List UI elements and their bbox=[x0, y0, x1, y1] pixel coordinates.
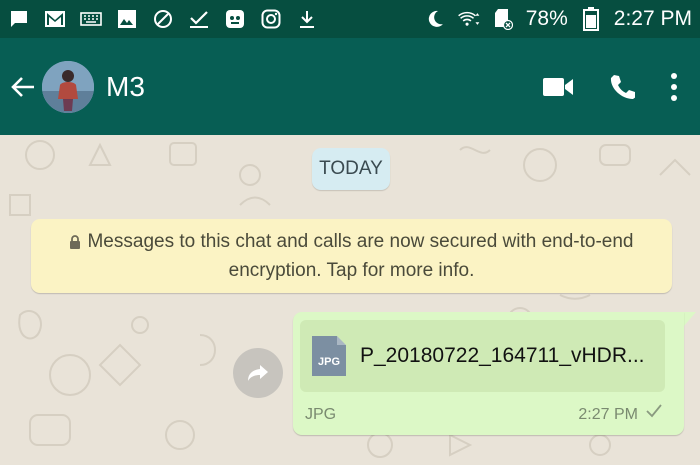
contact-name[interactable]: M3 bbox=[106, 71, 145, 103]
download-icon bbox=[296, 8, 318, 30]
file-attachment[interactable]: JPG P_20180722_164711_vHDR... bbox=[300, 320, 665, 392]
chat-icon bbox=[8, 8, 30, 30]
gmail-icon bbox=[44, 8, 66, 30]
battery-percent: 78% bbox=[525, 7, 568, 30]
forward-icon bbox=[248, 365, 268, 381]
encryption-notice-text: Messages to this chat and calls are now … bbox=[87, 231, 634, 281]
instagram-icon bbox=[260, 8, 282, 30]
wifi-icon bbox=[457, 8, 480, 30]
contact-avatar[interactable] bbox=[42, 60, 94, 113]
sent-check-icon bbox=[646, 404, 662, 423]
moon-icon bbox=[424, 8, 446, 30]
file-name: P_20180722_164711_vHDR... bbox=[360, 344, 645, 367]
file-icon-label: JPG bbox=[317, 356, 340, 368]
forward-button[interactable] bbox=[233, 348, 283, 398]
message-bubble[interactable]: JPG P_20180722_164711_vHDR... JPG 2:27 P… bbox=[293, 312, 684, 435]
date-chip: TODAY bbox=[312, 148, 390, 190]
keyboard-icon bbox=[80, 8, 102, 30]
video-call-icon[interactable] bbox=[534, 63, 582, 111]
check-icon bbox=[188, 8, 210, 30]
more-options-icon[interactable] bbox=[662, 63, 686, 111]
blocked-icon bbox=[152, 8, 174, 30]
chat-header: M3 bbox=[0, 38, 700, 135]
back-arrow-icon[interactable] bbox=[6, 67, 40, 107]
image-icon bbox=[116, 8, 138, 30]
bubble-tail bbox=[684, 312, 696, 326]
status-time: 2:27 PM bbox=[613, 7, 692, 30]
message-time: 2:27 PM bbox=[578, 406, 638, 423]
status-bar: 78% 2:27 PM bbox=[0, 0, 700, 38]
sd-card-icon bbox=[492, 8, 514, 30]
voice-call-icon[interactable] bbox=[598, 63, 646, 111]
battery-icon bbox=[580, 7, 602, 31]
jpg-file-icon: JPG bbox=[312, 336, 346, 376]
lock-icon bbox=[69, 230, 81, 257]
encryption-notice[interactable]: Messages to this chat and calls are now … bbox=[31, 219, 672, 293]
bot-icon bbox=[224, 8, 246, 30]
file-type: JPG bbox=[305, 406, 337, 423]
chat-area[interactable]: TODAY Messages to this chat and calls ar… bbox=[0, 135, 700, 465]
